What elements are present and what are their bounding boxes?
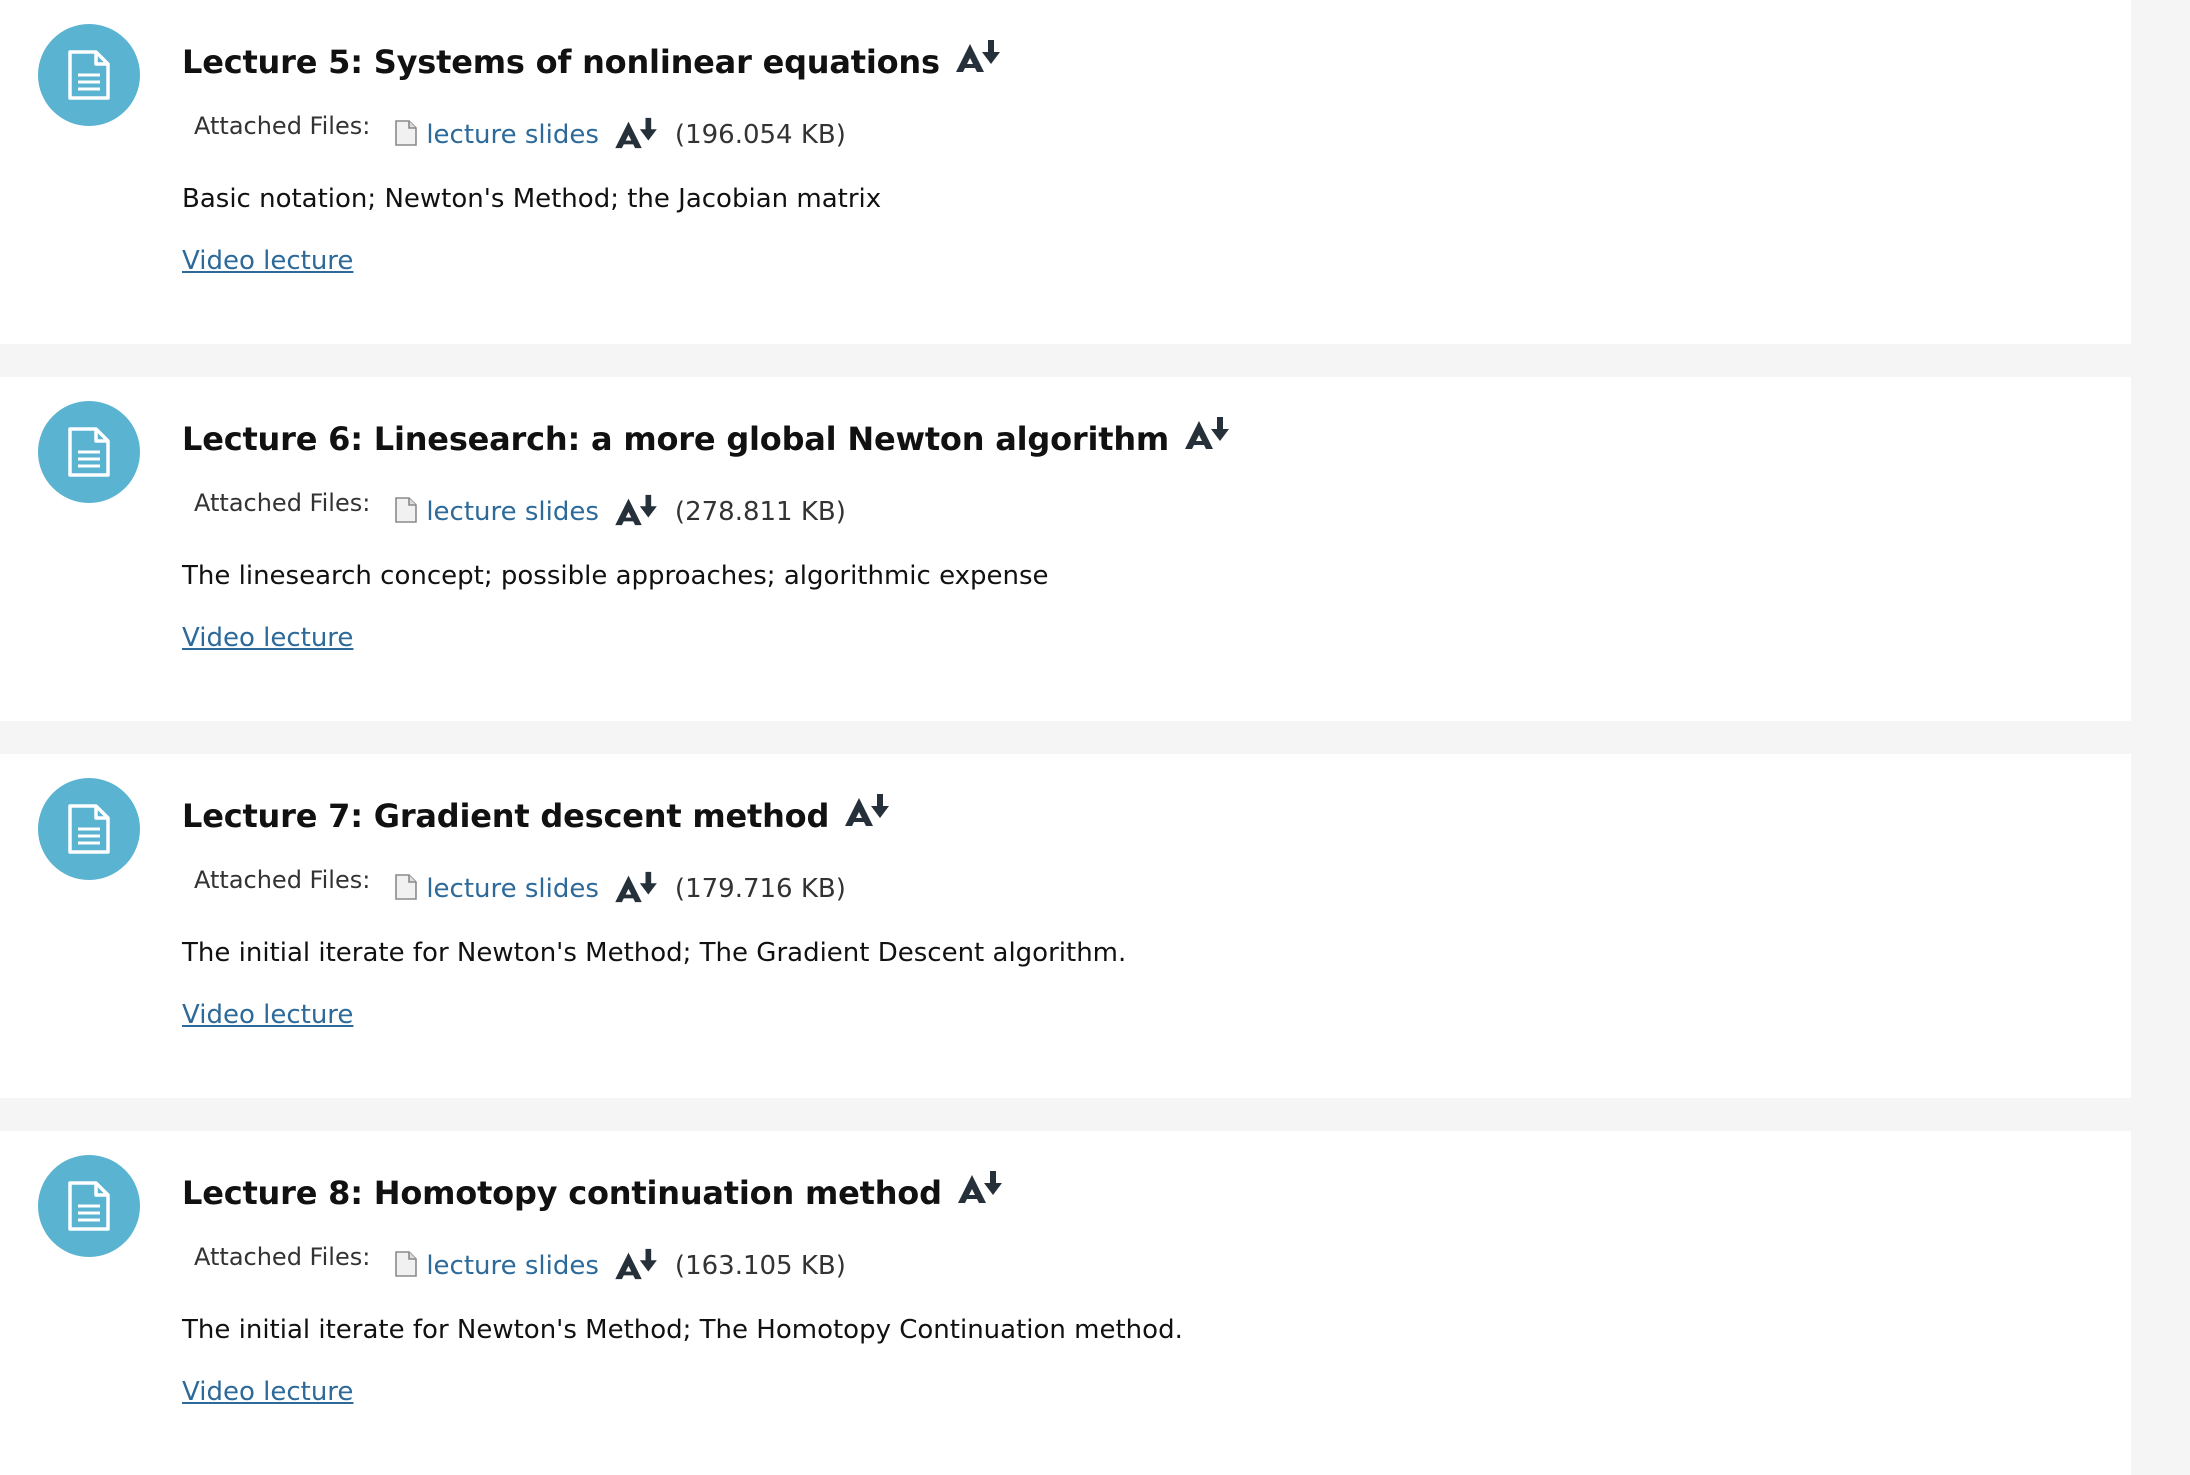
- video-lecture-link[interactable]: Video lecture: [182, 1377, 353, 1407]
- lecture-slides-link[interactable]: lecture slides: [426, 874, 599, 904]
- item-title: Lecture 7: Gradient descent method: [182, 794, 893, 838]
- list-item: Lecture 8: Homotopy continuation method …: [0, 1131, 2131, 1475]
- list-item: Lecture 7: Gradient descent method Attac…: [0, 754, 2131, 1098]
- document-icon: [38, 24, 140, 126]
- list-item: Lecture 6: Linesearch: a more global New…: [0, 377, 2131, 721]
- video-lecture-link[interactable]: Video lecture: [182, 1000, 353, 1030]
- file-icon: [394, 873, 418, 905]
- document-icon: [38, 778, 140, 880]
- attached-files-label: Attached Files:: [194, 866, 371, 894]
- alternative-formats-download-icon[interactable]: [843, 792, 893, 836]
- file-icon: [394, 119, 418, 151]
- item-description: The initial iterate for Newton's Method;…: [182, 938, 1127, 968]
- video-lecture-link[interactable]: Video lecture: [182, 246, 353, 276]
- attached-files-label: Attached Files:: [194, 112, 371, 140]
- file-size: (196.054 KB): [674, 120, 846, 150]
- item-title: Lecture 5: Systems of nonlinear equation…: [182, 40, 1004, 84]
- item-title-text: Lecture 5: Systems of nonlinear equation…: [182, 43, 940, 81]
- lecture-slides-link[interactable]: lecture slides: [426, 497, 599, 527]
- alternative-formats-download-icon[interactable]: [954, 38, 1004, 82]
- item-title: Lecture 6: Linesearch: a more global New…: [182, 417, 1233, 461]
- alternative-formats-download-icon[interactable]: [613, 870, 661, 908]
- item-description: Basic notation; Newton's Method; the Jac…: [182, 184, 882, 214]
- item-title: Lecture 8: Homotopy continuation method: [182, 1171, 1006, 1215]
- lecture-slides-link[interactable]: lecture slides: [426, 1251, 599, 1281]
- attached-files-row: Attached Files: lecture slides (278.811 …: [194, 489, 846, 531]
- alternative-formats-download-icon[interactable]: [956, 1169, 1006, 1213]
- attached-files-row: Attached Files: lecture slides (163.105 …: [194, 1243, 846, 1285]
- attached-files-label: Attached Files:: [194, 1243, 371, 1271]
- document-icon: [38, 401, 140, 503]
- list-item: Lecture 5: Systems of nonlinear equation…: [0, 0, 2131, 344]
- alternative-formats-download-icon[interactable]: [1183, 415, 1233, 459]
- file-size: (278.811 KB): [674, 497, 846, 527]
- alternative-formats-download-icon[interactable]: [613, 116, 661, 154]
- alternative-formats-download-icon[interactable]: [613, 1247, 661, 1285]
- document-icon: [38, 1155, 140, 1257]
- item-title-text: Lecture 6: Linesearch: a more global New…: [182, 420, 1170, 458]
- alternative-formats-download-icon[interactable]: [613, 493, 661, 531]
- item-description: The initial iterate for Newton's Method;…: [182, 1315, 1183, 1345]
- item-title-text: Lecture 8: Homotopy continuation method: [182, 1174, 942, 1212]
- attached-files-row: Attached Files: lecture slides (179.716 …: [194, 866, 846, 908]
- video-lecture-link[interactable]: Video lecture: [182, 623, 353, 653]
- file-icon: [394, 496, 418, 528]
- file-size: (179.716 KB): [674, 874, 846, 904]
- item-title-text: Lecture 7: Gradient descent method: [182, 797, 830, 835]
- attached-files-label: Attached Files:: [194, 489, 371, 517]
- item-description: The linesearch concept; possible approac…: [182, 561, 1049, 591]
- attached-files-row: Attached Files: lecture slides (196.054 …: [194, 112, 846, 154]
- lecture-slides-link[interactable]: lecture slides: [426, 120, 599, 150]
- file-icon: [394, 1250, 418, 1282]
- file-size: (163.105 KB): [674, 1251, 846, 1281]
